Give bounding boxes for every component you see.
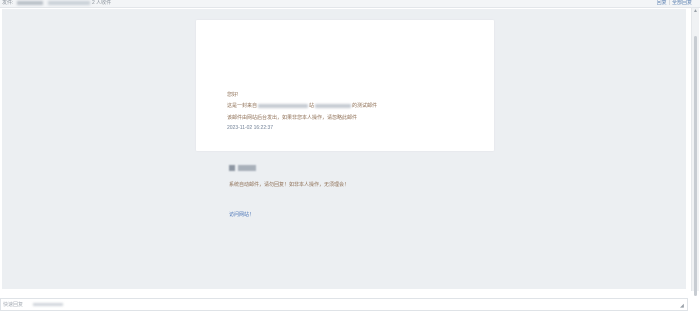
reply-all-action[interactable]: 全部回复 (672, 0, 692, 6)
quick-reply-bar: ◢ (0, 298, 688, 311)
sender-redacted (17, 1, 43, 5)
auto-mail-notice: 系统自动邮件，请勿回复！如非本人操作，无须理会！ (229, 182, 350, 188)
quick-reply-input[interactable] (3, 300, 673, 309)
scroll-thumb[interactable] (694, 36, 697, 296)
from-label: 发件: (2, 0, 14, 6)
reply-action[interactable]: 回复 (657, 0, 667, 6)
signature-name-redacted (238, 165, 256, 171)
recipient-count: 2 人收件 (92, 0, 112, 6)
site-url-redacted (315, 103, 352, 108)
vertical-scrollbar[interactable]: ▲ (691, 8, 699, 296)
intro-suffix: 的测试邮件 (352, 103, 378, 109)
email-timestamp: 2023-11-02 16:22:37 (227, 125, 274, 131)
email-intro-line: 这是一封来自 站 的测试邮件 (227, 102, 377, 109)
greeting-text: 您好! (227, 92, 239, 98)
header-actions: 回复 | 全部回复 (657, 0, 692, 6)
site-name-redacted (258, 103, 309, 108)
intro-prefix: 这是一封来自 (227, 103, 258, 109)
email-info-line: 该邮件由网站后台发出，如果非您本人操作，请忽略此邮件 (227, 115, 358, 121)
scroll-up-icon[interactable]: ▲ (693, 9, 698, 14)
resize-handle-icon[interactable]: ◢ (680, 304, 685, 309)
intro-mid: 站 (309, 103, 315, 109)
signature-logo (229, 165, 257, 171)
recipient-redacted (48, 1, 90, 5)
email-content-card: 您好! 这是一封来自 站 的测试邮件 该邮件由网站后台发出，如果非您本人操作，请忽略… (196, 20, 494, 151)
email-body-area: 您好! 这是一封来自 站 的测试邮件 该邮件由网站后台发出，如果非您本人操作，请忽略… (2, 9, 686, 289)
message-header: 发件: 2 人收件 回复 | 全部回复 (0, 0, 700, 8)
reply-hint-redacted (33, 303, 63, 306)
visit-website-link[interactable]: 访问网站！ (229, 211, 254, 218)
signature-mark (229, 165, 235, 171)
